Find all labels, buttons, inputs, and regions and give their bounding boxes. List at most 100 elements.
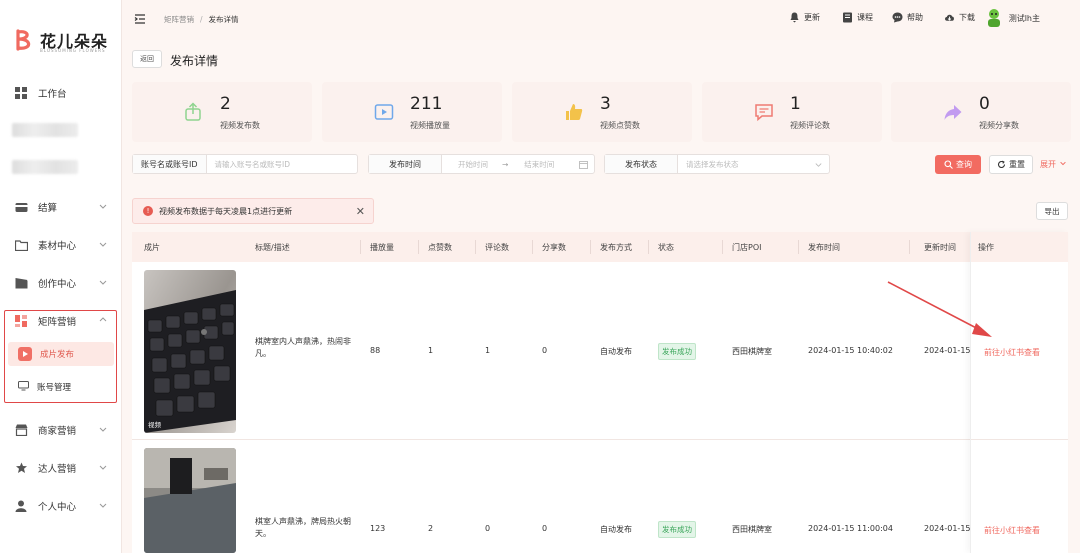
col-header: 成片 xyxy=(144,243,160,252)
video-thumbnail[interactable] xyxy=(144,448,236,553)
breadcrumb-current: 发布详情 xyxy=(208,15,239,24)
account-input[interactable]: 请输入账号名或账号ID xyxy=(207,155,299,173)
col-divider xyxy=(722,240,723,254)
stat-card-like-count: 3 视频点赞数 xyxy=(512,82,692,142)
col-header: 点赞数 xyxy=(428,243,452,252)
col-header: 发布方式 xyxy=(600,243,632,252)
info-icon: ! xyxy=(143,206,153,216)
sidebar-item-material[interactable]: 素材中心 xyxy=(0,231,122,259)
matrix-icon xyxy=(14,314,28,328)
export-button[interactable]: 导出 xyxy=(1036,202,1068,220)
info-alert: ! 视频发布数据于每天凌晨1点进行更新 ✕ xyxy=(132,198,374,224)
video-thumbnail[interactable]: 视频 xyxy=(144,270,236,433)
end-time-input[interactable]: 结束时间 xyxy=(514,155,562,173)
course-button[interactable]: 课程 xyxy=(842,12,873,23)
brand-sub: BLOSSOMING FLOWERS xyxy=(40,48,106,53)
breadcrumb-parent[interactable]: 矩阵营销 xyxy=(164,15,194,24)
sidebar-item-workbench[interactable]: 工作台 xyxy=(0,79,122,107)
avatar xyxy=(987,9,1000,27)
help-label: 帮助 xyxy=(907,13,923,22)
col-divider xyxy=(360,240,361,254)
expand-button[interactable]: 展开 xyxy=(1040,159,1067,170)
sidebar-item-settlement[interactable]: 结算 xyxy=(0,193,122,221)
col-header: 评论数 xyxy=(485,243,509,252)
update-button[interactable]: 更新 xyxy=(789,12,820,23)
col-header: 门店POI xyxy=(732,243,762,252)
col-divider xyxy=(532,240,533,254)
video-tag: 视频 xyxy=(148,421,161,429)
stat-card-comment-count: 1 视频评论数 xyxy=(702,82,882,142)
user-icon xyxy=(14,499,28,513)
col-header: 标题/描述 xyxy=(255,243,290,252)
chevron-down-icon xyxy=(99,465,107,470)
col-header: 播放量 xyxy=(370,243,394,252)
help-button[interactable]: 帮助 xyxy=(892,12,923,23)
comment-count: 0 xyxy=(485,524,491,533)
close-icon[interactable]: ✕ xyxy=(356,205,365,218)
chat-help-icon xyxy=(892,12,903,23)
update-time: 2024-01-15 xyxy=(924,524,971,533)
col-header: 更新时间 xyxy=(924,243,956,252)
publish-time: 2024-01-15 10:40:02 xyxy=(808,346,893,355)
chevron-down-icon xyxy=(99,242,107,247)
start-time-input[interactable]: 开始时间 xyxy=(442,155,496,173)
book-icon xyxy=(843,12,852,23)
status-select[interactable]: 请选择发布状态 xyxy=(678,155,747,173)
forward-arrow-icon xyxy=(944,105,962,120)
menu-fold-icon[interactable] xyxy=(134,13,146,25)
sidebar-subitem-accounts[interactable]: 账号管理 xyxy=(8,375,114,399)
play-count: 123 xyxy=(370,524,386,533)
sidebar-subitem-publish[interactable]: 成片发布 xyxy=(8,342,114,366)
share-out-icon xyxy=(185,102,201,121)
sidebar-item-personal-center[interactable]: 个人中心 xyxy=(0,492,122,520)
video-description: 棋牌室内人声鼎沸，热闹非凡。 xyxy=(255,337,351,358)
time-filter-label: 发布时间 xyxy=(369,155,442,173)
chevron-down-icon xyxy=(99,427,107,432)
user-name: 测试lh主 xyxy=(1008,13,1040,23)
reset-label: 重置 xyxy=(1009,160,1025,169)
sidebar-item-influencer-marketing[interactable]: 达人营销 xyxy=(0,454,122,482)
stat-label: 视频点赞数 xyxy=(600,121,640,130)
sidebar-item-label: 个人中心 xyxy=(38,502,77,513)
breadcrumb: 矩阵营销 / 发布详情 xyxy=(164,14,239,25)
user-menu[interactable]: 测试lh主 xyxy=(985,8,1040,28)
search-icon xyxy=(944,160,953,169)
sidebar-item-merchant-marketing[interactable]: 商家营销 xyxy=(0,416,122,444)
sidebar-item-creation[interactable]: 创作中心 xyxy=(0,269,122,297)
video-description: 棋室人声鼎沸，牌局热火朝天。 xyxy=(255,517,351,538)
thumbs-up-icon xyxy=(566,104,583,120)
calendar-icon[interactable] xyxy=(579,160,588,169)
update-label: 更新 xyxy=(804,13,820,22)
publish-method: 自动发布 xyxy=(600,347,632,356)
reset-button[interactable]: 重置 xyxy=(989,155,1033,174)
col-divider xyxy=(475,240,476,254)
range-separator: → xyxy=(502,159,509,169)
like-count: 1 xyxy=(428,346,434,355)
sidebar-item-matrix-marketing[interactable]: 矩阵营销 xyxy=(0,307,122,335)
desk-photo xyxy=(144,448,236,553)
back-button[interactable]: 返回 xyxy=(132,50,162,68)
sidebar-item-label: 结算 xyxy=(38,203,58,214)
cloud-download-icon xyxy=(945,14,954,21)
grid-icon xyxy=(14,86,28,100)
blurred-menu-item xyxy=(12,160,78,174)
sidebar-subitem-label: 账号管理 xyxy=(37,383,72,393)
clapperboard-icon xyxy=(14,276,28,290)
keyboard-photo xyxy=(144,270,236,433)
sidebar-item-label: 矩阵营销 xyxy=(38,317,77,328)
stat-value: 1 xyxy=(790,94,801,114)
like-count: 2 xyxy=(428,524,434,533)
query-button[interactable]: 查询 xyxy=(935,155,981,174)
status-filter-label: 发布状态 xyxy=(605,155,678,173)
chevron-down-icon[interactable] xyxy=(814,160,823,169)
update-time: 2024-01-15 xyxy=(924,346,971,355)
sidebar-item-label: 达人营销 xyxy=(38,464,77,475)
brand-logo[interactable]: 花儿朵朵 BLOSSOMING FLOWERS xyxy=(12,26,112,56)
expand-label: 展开 xyxy=(1040,160,1056,169)
chevron-up-icon xyxy=(99,317,107,322)
blurred-menu-item xyxy=(12,123,78,137)
play-icon xyxy=(18,347,32,361)
publish-time: 2024-01-15 11:00:04 xyxy=(808,524,893,533)
comment-count: 1 xyxy=(485,346,491,355)
download-button[interactable]: 下载 xyxy=(944,12,975,23)
